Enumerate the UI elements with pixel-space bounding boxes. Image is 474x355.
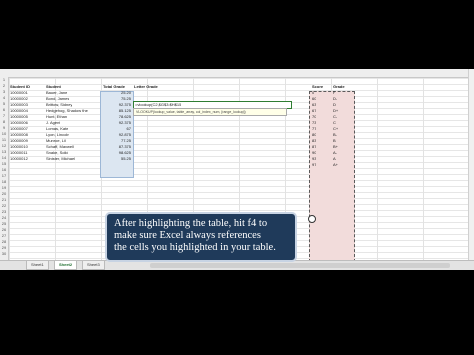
caption-line-2: make sure Excel always references — [114, 230, 261, 241]
vertical-scrollbar[interactable] — [468, 69, 474, 260]
tab-sheet3[interactable]: Sheet3 — [82, 261, 105, 270]
total-grade-cell[interactable]: 55.25 — [103, 156, 131, 162]
caption-line-3: the cells you highlighted in your table. — [114, 242, 276, 253]
horizontal-scrollbar[interactable] — [150, 263, 450, 268]
mouse-cursor-icon — [308, 215, 316, 223]
row-number[interactable]: 30 — [0, 251, 8, 257]
header-letter-grade[interactable]: Letter Grade — [134, 84, 158, 90]
lookup-grade-cell[interactable]: A+ — [333, 162, 338, 168]
student-name-cell[interactable]: Sinister, Michael — [46, 156, 75, 162]
tab-sheet1[interactable]: Sheet1 — [26, 261, 49, 270]
row-header-bar: 1 2 3 4 5 6 7 8 9 10 11 12 13 14 15 16 17 18 19 20 21 22 23 24 2… — [0, 77, 9, 260]
caption-callout: After highlighting the table, hit f4 to … — [105, 212, 297, 262]
caption-line-1: After highlighting the table, hit f4 to — [114, 218, 268, 229]
tab-sheet2[interactable]: Sheet2 — [54, 261, 78, 270]
student-id-cell[interactable]: 10000012 — [10, 156, 28, 162]
lookup-score-cell[interactable]: 97 — [312, 162, 316, 168]
function-tooltip: VLOOKUP(lookup_value, table_array, col_i… — [133, 108, 287, 116]
column-header-bar — [0, 69, 474, 78]
